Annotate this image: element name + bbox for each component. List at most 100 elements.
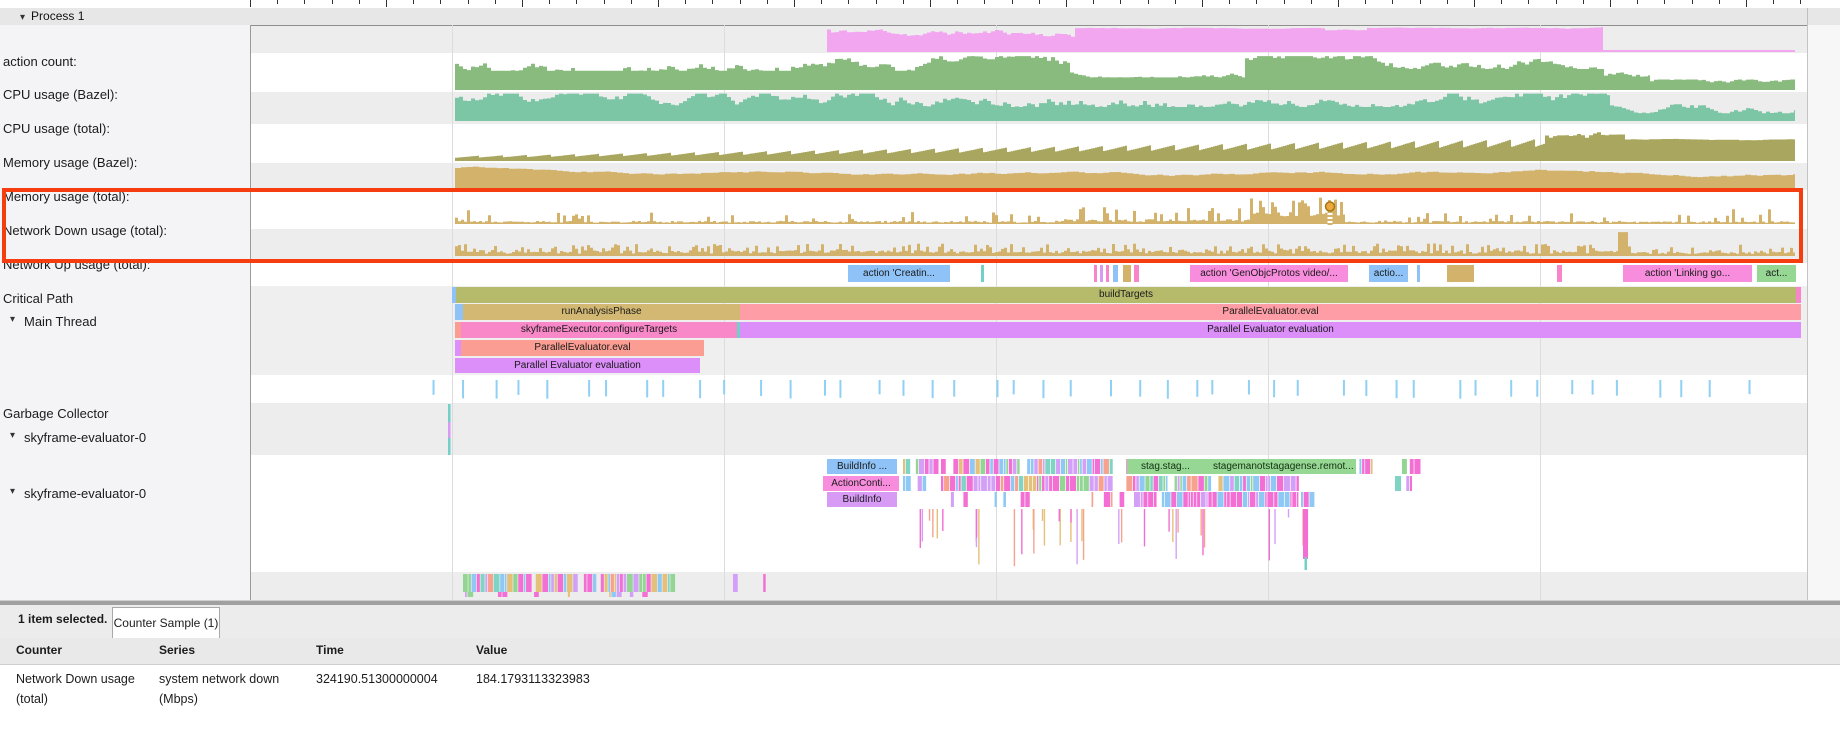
flame-sliver[interactable] bbox=[1277, 476, 1283, 491]
flame-sliver[interactable] bbox=[1227, 492, 1230, 507]
gc-tick[interactable] bbox=[1413, 380, 1415, 398]
gc-tick[interactable] bbox=[1396, 380, 1398, 398]
flame-sliver[interactable] bbox=[608, 574, 610, 592]
flame-sliver[interactable] bbox=[1402, 459, 1407, 474]
flame-sliver[interactable] bbox=[1395, 476, 1401, 491]
counter-track-mem-total[interactable] bbox=[455, 167, 1795, 189]
counter-track-cpu-bazel[interactable] bbox=[455, 56, 1795, 90]
flame-sliver[interactable] bbox=[1045, 476, 1048, 491]
flame-sliver[interactable] bbox=[981, 476, 987, 491]
flame-sliver[interactable] bbox=[1103, 459, 1109, 474]
flame-sliver[interactable] bbox=[1243, 492, 1248, 507]
flame-sliver[interactable] bbox=[658, 574, 662, 592]
flame-sliver[interactable] bbox=[633, 574, 638, 592]
flame-sliver[interactable] bbox=[1104, 476, 1106, 491]
flame-sliver[interactable] bbox=[1108, 476, 1113, 491]
flame-sliver[interactable] bbox=[1053, 476, 1059, 491]
flame-sliver[interactable] bbox=[959, 459, 963, 474]
flame-sliver[interactable] bbox=[959, 476, 961, 491]
gc-tick[interactable] bbox=[1273, 380, 1275, 397]
flame-drip[interactable] bbox=[1303, 509, 1308, 559]
flame-sliver[interactable] bbox=[1099, 476, 1104, 491]
flame-sliver[interactable] bbox=[1042, 476, 1045, 491]
flame-sliver[interactable] bbox=[1304, 492, 1309, 507]
flame-sliver[interactable] bbox=[642, 592, 647, 597]
gc-tick[interactable] bbox=[1459, 380, 1461, 399]
main-thread-span[interactable]: buildTargets bbox=[456, 287, 1796, 303]
gc-tick[interactable] bbox=[546, 380, 548, 399]
counter-track-mem-bazel[interactable] bbox=[455, 132, 1795, 161]
flame-sliver[interactable] bbox=[1092, 459, 1094, 474]
col-value[interactable]: Value bbox=[476, 643, 507, 657]
selected-sample-stripe[interactable] bbox=[1328, 215, 1333, 217]
flame-sliver[interactable] bbox=[584, 574, 587, 592]
main-thread-sliver[interactable] bbox=[455, 304, 463, 320]
flame-sliver[interactable] bbox=[970, 459, 975, 474]
flame-sliver[interactable] bbox=[1223, 476, 1229, 491]
flame-sliver[interactable] bbox=[1267, 492, 1273, 507]
critical-path-sliver[interactable] bbox=[1557, 265, 1562, 282]
gc-tick[interactable] bbox=[1616, 380, 1618, 396]
flame-sliver[interactable] bbox=[1101, 459, 1103, 474]
flame-sliver[interactable] bbox=[1256, 492, 1258, 507]
flame-sliver[interactable] bbox=[1359, 459, 1361, 474]
flame-sliver[interactable] bbox=[1045, 459, 1050, 474]
critical-path-sliver[interactable] bbox=[1123, 265, 1131, 282]
flame-sliver[interactable] bbox=[1175, 476, 1177, 491]
main-thread-span[interactable]: runAnalysisPhase bbox=[463, 304, 740, 320]
flame-sliver[interactable] bbox=[558, 574, 563, 592]
gc-tick[interactable] bbox=[699, 380, 701, 398]
flame-sliver[interactable] bbox=[593, 574, 596, 592]
flame-sliver[interactable] bbox=[956, 476, 958, 491]
flame-sliver[interactable] bbox=[1183, 492, 1187, 507]
flame-sliver[interactable] bbox=[933, 459, 938, 474]
flame-sliver[interactable] bbox=[1003, 492, 1006, 507]
flame-sliver[interactable] bbox=[1191, 492, 1193, 507]
selected-counter-sample-marker[interactable] bbox=[1326, 202, 1335, 211]
flame-sliver[interactable] bbox=[999, 459, 1003, 474]
flame-sliver[interactable] bbox=[1066, 459, 1068, 474]
flame-sliver[interactable] bbox=[1027, 459, 1030, 474]
critical-path-span[interactable]: action 'GenObjcProtos video/... bbox=[1190, 265, 1348, 282]
flame-sliver[interactable] bbox=[1271, 476, 1276, 491]
flame-sliver[interactable] bbox=[1051, 459, 1055, 474]
flame-sliver[interactable] bbox=[1284, 476, 1290, 491]
flame-sliver[interactable] bbox=[1365, 459, 1370, 474]
flame-sliver[interactable] bbox=[1217, 492, 1223, 507]
flame-sliver[interactable] bbox=[1017, 459, 1019, 474]
flame-drip[interactable] bbox=[1070, 509, 1071, 522]
flame-drip[interactable] bbox=[1175, 509, 1176, 559]
flame-sliver[interactable] bbox=[1111, 492, 1113, 507]
gc-tick[interactable] bbox=[1139, 380, 1141, 397]
col-time[interactable]: Time bbox=[316, 643, 344, 657]
gc-tick[interactable] bbox=[588, 380, 590, 397]
flame-sliver[interactable] bbox=[1159, 476, 1163, 491]
flame-sliver[interactable] bbox=[903, 459, 905, 474]
flame-drip[interactable] bbox=[1083, 509, 1084, 560]
flame-sliver[interactable] bbox=[551, 574, 554, 592]
flame-sliver[interactable] bbox=[1163, 476, 1165, 491]
flame-sliver[interactable] bbox=[1183, 476, 1187, 491]
flame-sliver[interactable] bbox=[1013, 459, 1017, 474]
flame-sliver[interactable] bbox=[1033, 476, 1036, 491]
timeline-area[interactable]: action 'Creatin...action 'GenObjcProtos … bbox=[0, 0, 1840, 600]
flame-sliver[interactable] bbox=[1094, 476, 1097, 491]
flame-sliver[interactable] bbox=[733, 574, 738, 592]
gc-tick[interactable] bbox=[1196, 380, 1198, 397]
flame-sliver[interactable] bbox=[1247, 476, 1250, 491]
gc-tick[interactable] bbox=[496, 380, 498, 399]
evaluator-span[interactable]: BuildInfo ... bbox=[827, 459, 897, 474]
flame-sliver[interactable] bbox=[763, 574, 765, 592]
flame-sliver[interactable] bbox=[1070, 476, 1076, 491]
flame-sliver[interactable] bbox=[1015, 476, 1018, 491]
flame-sliver[interactable] bbox=[1278, 492, 1284, 507]
flame-sliver[interactable] bbox=[1410, 476, 1412, 491]
flame-sliver[interactable] bbox=[944, 476, 949, 491]
main-thread-sliver[interactable] bbox=[1796, 287, 1801, 303]
flame-sliver[interactable] bbox=[990, 459, 993, 474]
gc-tick[interactable] bbox=[1248, 380, 1250, 394]
flame-sliver[interactable] bbox=[1049, 476, 1052, 491]
flame-sliver[interactable] bbox=[555, 574, 557, 592]
gc-tick[interactable] bbox=[953, 380, 955, 397]
flame-sliver[interactable] bbox=[1037, 476, 1039, 491]
